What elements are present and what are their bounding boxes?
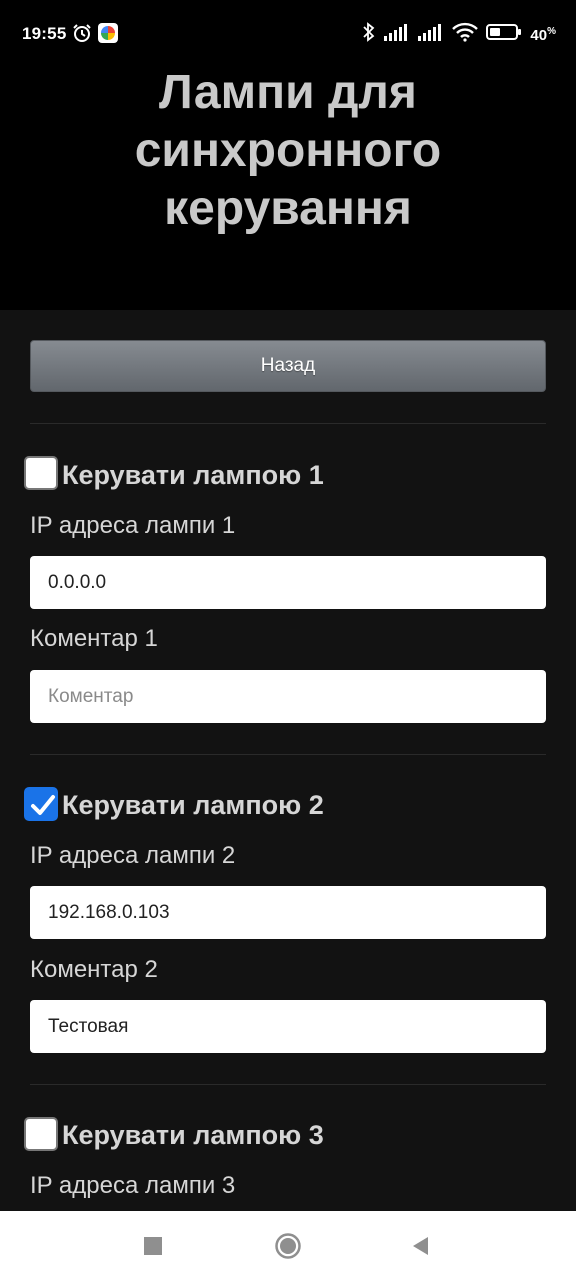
square-icon	[144, 1236, 162, 1255]
battery-value: 40	[530, 26, 548, 44]
lamp-1-checkbox-label[interactable]: Керувати лампою 1	[62, 458, 324, 492]
lamp-3-checkbox[interactable]	[24, 1117, 58, 1151]
divider	[30, 754, 546, 755]
lamp-1-checkbox[interactable]	[24, 456, 58, 490]
divider	[30, 1084, 546, 1085]
lamp-2-checkbox[interactable]	[24, 787, 58, 821]
recents-button[interactable]	[113, 1211, 193, 1280]
wifi-icon	[452, 22, 479, 47]
lamp-1-ip-label: IP адреса лампи 1	[30, 512, 236, 539]
navigation-bar	[0, 1211, 576, 1280]
lamp-1-comment-input[interactable]	[30, 670, 546, 723]
divider	[30, 423, 546, 424]
battery-icon	[486, 23, 522, 46]
page-title: Лампи для синхронного керування	[134, 66, 442, 235]
lamp-2-comment-input[interactable]	[30, 1000, 546, 1053]
bluetooth-icon	[362, 22, 376, 47]
lamp-3-checkbox-label[interactable]: Керувати лампою 3	[62, 1118, 324, 1152]
status-right-icons: 40%	[362, 22, 556, 47]
signal-icon	[384, 23, 410, 46]
home-button[interactable]	[248, 1211, 328, 1280]
app-screen: 19:55 40% Лампи для синхронного керуванн…	[0, 0, 576, 1280]
battery-unit: %	[547, 25, 556, 37]
circle-icon	[275, 1232, 301, 1259]
lamp-2-ip-label: IP адреса лампи 2	[30, 842, 236, 869]
lamp-2-comment-label: Коментар 2	[30, 956, 158, 983]
pinwheel-icon	[98, 23, 118, 48]
lamp-2-ip-input[interactable]	[30, 886, 546, 939]
status-bar: 19:55 40%	[0, 0, 576, 68]
back-button[interactable]: Назад	[30, 340, 546, 392]
battery-percent: 40%	[530, 26, 556, 44]
lamp-1-ip-input[interactable]	[30, 556, 546, 609]
status-time: 19:55	[22, 24, 67, 43]
back-nav-button[interactable]	[380, 1211, 460, 1280]
lamp-3-ip-label: IP адреса лампи 3	[30, 1172, 236, 1199]
triangle-left-icon	[413, 1236, 428, 1255]
alarm-icon	[72, 23, 92, 48]
status-left-icons	[72, 23, 118, 48]
checkmark-icon	[31, 795, 55, 815]
header: 19:55 40% Лампи для синхронного керуванн…	[0, 0, 576, 310]
signal-icon	[418, 23, 444, 46]
lamp-2-checkbox-label[interactable]: Керувати лампою 2	[62, 788, 324, 822]
lamp-1-comment-label: Коментар 1	[30, 625, 158, 652]
